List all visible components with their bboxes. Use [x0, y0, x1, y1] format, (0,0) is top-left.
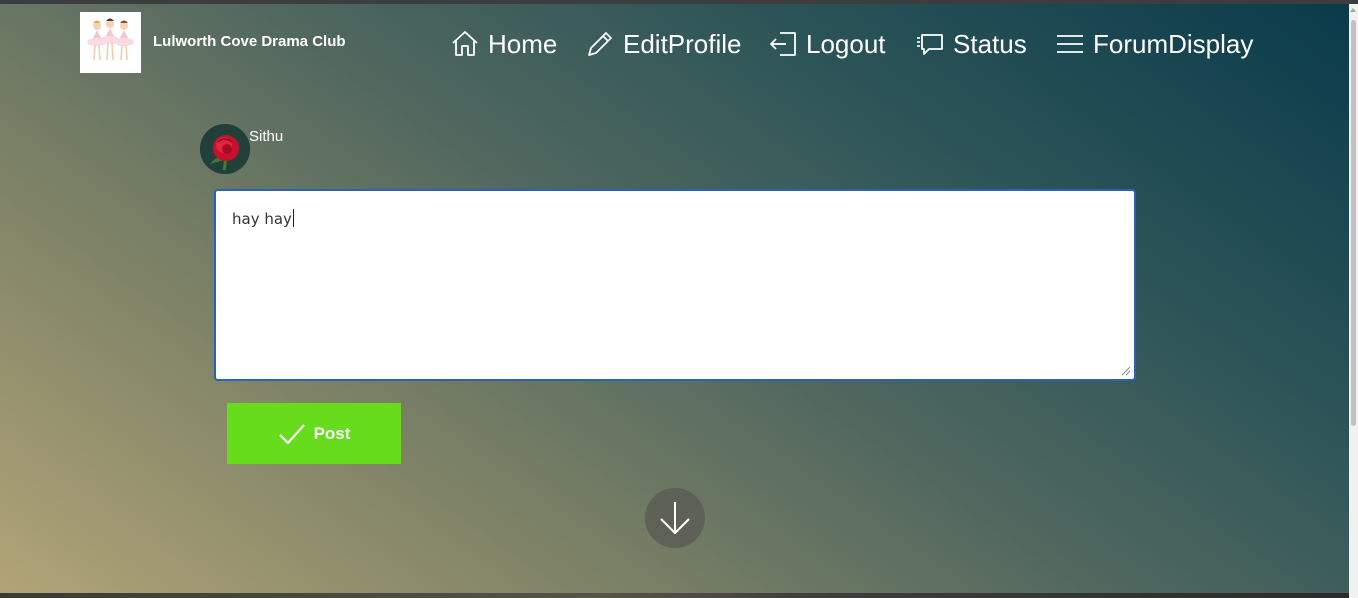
chat-bubble-icon — [917, 34, 943, 55]
arrow-down-icon — [660, 502, 690, 534]
post-button-label: Post — [313, 423, 351, 443]
post-button[interactable]: Post — [227, 403, 401, 464]
resize-grip-icon[interactable] — [1121, 366, 1131, 376]
site-logo[interactable] — [80, 12, 141, 73]
ballerinas-logo-icon — [87, 18, 134, 61]
rose-icon — [200, 124, 250, 174]
user-avatar[interactable] — [200, 124, 250, 174]
page-content-peek — [0, 593, 1349, 598]
nav-edit-profile[interactable]: EditProfile — [585, 26, 742, 62]
home-icon — [452, 31, 478, 56]
logout-icon — [770, 32, 796, 56]
text-caret — [292, 209, 294, 227]
nav-home[interactable]: Home — [450, 26, 557, 62]
scroll-down-button[interactable] — [645, 488, 705, 548]
pencil-icon — [588, 32, 612, 56]
user-name[interactable]: Sithu — [249, 128, 283, 145]
nav-home-label: Home — [488, 28, 558, 59]
nav-logout[interactable]: Logout — [768, 26, 886, 62]
nav-edit-profile-label: EditProfile — [623, 28, 742, 59]
post-textarea[interactable]: hay hay — [214, 189, 1136, 381]
nav-logout-label: Logout — [806, 28, 886, 59]
menu-icon — [1057, 35, 1083, 53]
nav-forum-display[interactable]: ForumDisplay — [1055, 26, 1253, 62]
scrollbar-up-arrow[interactable] — [1350, 8, 1356, 12]
nav-status[interactable]: Status — [915, 26, 1027, 62]
nav-forum-display-label: ForumDisplay — [1093, 28, 1254, 59]
site-title[interactable]: Lulworth Cove Drama Club — [153, 33, 346, 50]
scrollbar-thumb[interactable] — [1351, 20, 1356, 426]
checkmark-icon — [278, 423, 305, 444]
nav-status-label: Status — [953, 28, 1027, 59]
post-text-value: hay hay — [232, 210, 292, 228]
